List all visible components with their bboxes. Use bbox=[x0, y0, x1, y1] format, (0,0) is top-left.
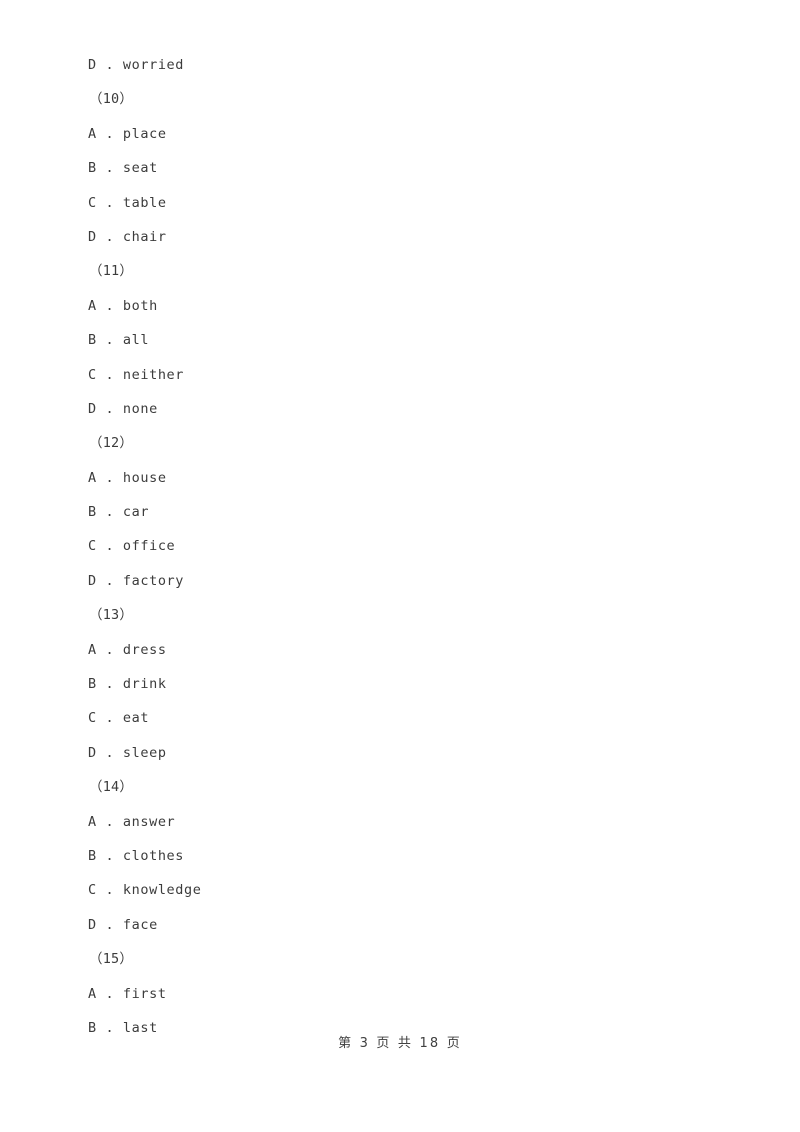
answer-option: A . dress bbox=[88, 641, 167, 658]
answer-option: D . sleep bbox=[88, 744, 167, 761]
question-number: （11） bbox=[89, 263, 134, 280]
question-list: D . worried （10） A . place B . seat C . tabl… bbox=[0, 48, 800, 1045]
answer-option: C . office bbox=[88, 538, 176, 555]
answer-option: B . all bbox=[88, 332, 150, 349]
answer-option: B . drink bbox=[88, 676, 167, 693]
answer-option: B . clothes bbox=[88, 847, 185, 864]
answer-option: C . eat bbox=[88, 710, 150, 727]
answer-option: D . none bbox=[88, 400, 158, 417]
document-page: D . worried （10） A . place B . seat C . tabl… bbox=[0, 0, 800, 1132]
answer-option: D . chair bbox=[88, 228, 167, 245]
answer-option: A . first bbox=[88, 985, 167, 1002]
answer-option: A . place bbox=[88, 125, 167, 142]
answer-option: A . house bbox=[88, 469, 167, 486]
question-number: （10） bbox=[89, 91, 134, 108]
answer-option: A . answer bbox=[88, 813, 176, 830]
answer-option: D . factory bbox=[88, 572, 185, 589]
question-number: （13） bbox=[89, 607, 134, 624]
answer-option: B . seat bbox=[88, 160, 158, 177]
page-number-label: 第 3 页 共 18 页 bbox=[338, 1036, 462, 1051]
answer-option: D . worried bbox=[88, 57, 185, 73]
answer-option: C . neither bbox=[88, 366, 185, 383]
answer-option: C . knowledge bbox=[88, 882, 202, 899]
answer-option: C . table bbox=[88, 194, 167, 211]
question-number: （15） bbox=[89, 951, 134, 968]
question-number: （14） bbox=[89, 779, 134, 796]
answer-option: D . face bbox=[88, 916, 158, 933]
question-number: （12） bbox=[89, 435, 134, 452]
page-footer: 第 3 页 共 18 页 bbox=[0, 1032, 800, 1051]
answer-option: A . both bbox=[88, 297, 158, 314]
answer-option: B . car bbox=[88, 504, 150, 521]
